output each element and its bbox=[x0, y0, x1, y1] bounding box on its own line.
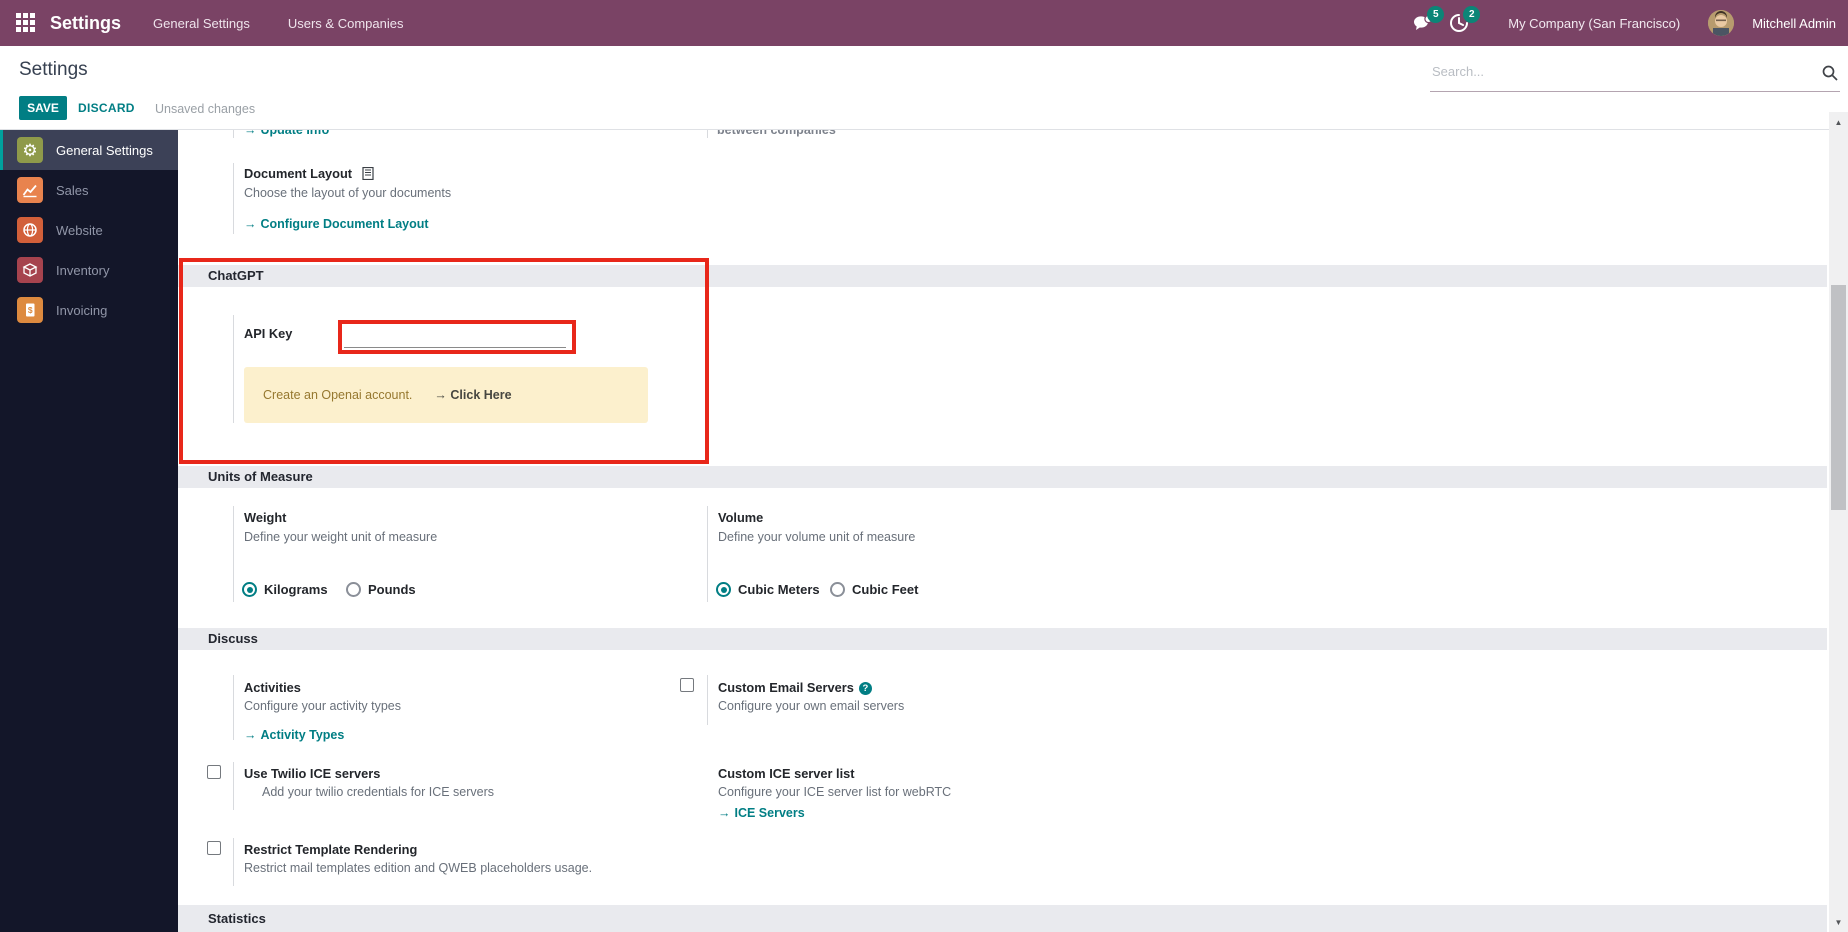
restrict-template-checkbox[interactable] bbox=[207, 841, 221, 855]
apps-grid-icon[interactable] bbox=[16, 13, 36, 33]
radio-cubic-meters[interactable] bbox=[716, 582, 731, 597]
sidebar-item-sales[interactable]: Sales bbox=[0, 170, 178, 210]
radio-pounds-label[interactable]: Pounds bbox=[368, 582, 416, 597]
messages-icon[interactable]: 5 bbox=[1410, 6, 1445, 36]
svg-text:$: $ bbox=[28, 305, 33, 315]
block-separator bbox=[233, 163, 234, 234]
settings-content: → Update Info between companies Document … bbox=[178, 130, 1829, 932]
radio-cubic-meters-label[interactable]: Cubic Meters bbox=[738, 582, 820, 597]
twilio-ice-desc: Add your twilio credentials for ICE serv… bbox=[262, 785, 495, 799]
avatar-image bbox=[1708, 10, 1735, 36]
inventory-box-icon bbox=[17, 257, 43, 283]
radio-cubic-feet-label[interactable]: Cubic Feet bbox=[852, 582, 918, 597]
twilio-ice-title: Use Twilio ICE servers bbox=[244, 766, 381, 781]
section-units-of-measure: Units of Measure bbox=[178, 466, 1827, 488]
weight-desc: Define your weight unit of measure bbox=[244, 530, 438, 544]
restrict-template-desc: Restrict mail templates edition and QWEB… bbox=[244, 861, 593, 875]
discard-button[interactable]: DISCARD bbox=[78, 96, 135, 120]
activities-badge: 2 bbox=[1463, 6, 1481, 23]
search-icon[interactable] bbox=[1822, 65, 1838, 81]
update-info-link[interactable]: → Update Info bbox=[244, 130, 329, 137]
custom-ice-desc: Configure your ICE server list for webRT… bbox=[718, 785, 952, 799]
scroll-up-arrow[interactable]: ▲ bbox=[1829, 114, 1848, 130]
vertical-scrollbar[interactable]: ▲ ▼ bbox=[1829, 112, 1848, 932]
general-settings-gear-icon: ⚙ bbox=[17, 137, 43, 163]
unsaved-changes-label: Unsaved changes bbox=[155, 102, 256, 116]
sidebar-item-general-settings[interactable]: ⚙ General Settings bbox=[0, 130, 178, 170]
user-avatar[interactable] bbox=[1708, 10, 1735, 36]
volume-title: Volume bbox=[718, 510, 764, 525]
arrow-icon: → bbox=[244, 728, 257, 742]
annotation-rect-chatgpt bbox=[179, 258, 709, 464]
arrow-icon: → bbox=[244, 130, 257, 137]
block-separator bbox=[233, 838, 234, 886]
menu-general-settings[interactable]: General Settings bbox=[153, 16, 250, 31]
weight-title: Weight bbox=[244, 510, 287, 525]
radio-kilograms[interactable] bbox=[242, 582, 257, 597]
odoo-settings-screen: Settings General Settings Users & Compan… bbox=[0, 0, 1848, 932]
radio-kilograms-label[interactable]: Kilograms bbox=[264, 582, 328, 597]
top-navbar: Settings General Settings Users & Compan… bbox=[0, 0, 1848, 46]
sidebar-item-invoicing[interactable]: $ Invoicing bbox=[0, 290, 178, 330]
page-title: Settings bbox=[19, 59, 88, 80]
app-title: Settings bbox=[50, 12, 122, 33]
ice-servers-link[interactable]: → ICE Servers bbox=[718, 806, 805, 820]
settings-sidebar: ⚙ General Settings Sales Website Invento… bbox=[0, 130, 178, 932]
arrow-icon: → bbox=[244, 217, 257, 231]
custom-email-servers-desc: Configure your own email servers bbox=[718, 699, 905, 713]
activity-types-link[interactable]: → Activity Types bbox=[244, 728, 344, 742]
activities-desc: Configure your activity types bbox=[244, 699, 402, 713]
sales-chart-icon bbox=[17, 177, 43, 203]
search-box bbox=[1430, 58, 1840, 92]
company-switcher[interactable]: My Company (San Francisco) bbox=[1508, 16, 1680, 31]
control-panel: Settings SAVE DISCARD Unsaved changes bbox=[0, 46, 1848, 130]
scroll-down-arrow[interactable]: ▼ bbox=[1829, 914, 1848, 930]
column-separator bbox=[233, 130, 234, 138]
document-layout-desc: Choose the layout of your documents bbox=[244, 186, 452, 200]
nav-menu: General Settings Users & Companies bbox=[153, 16, 403, 31]
configure-document-layout-link[interactable]: → Configure Document Layout bbox=[244, 217, 429, 231]
block-separator bbox=[233, 506, 234, 602]
sidebar-item-website[interactable]: Website bbox=[0, 210, 178, 250]
sidebar-item-label: Website bbox=[56, 222, 103, 238]
twilio-ice-checkbox[interactable] bbox=[207, 765, 221, 779]
between-companies-cut-text: between companies bbox=[717, 130, 836, 137]
sidebar-item-label: General Settings bbox=[56, 142, 153, 158]
radio-cubic-feet[interactable] bbox=[830, 582, 845, 597]
column-separator bbox=[707, 130, 708, 138]
user-name[interactable]: Mitchell Admin bbox=[1752, 16, 1836, 31]
block-separator bbox=[707, 506, 708, 602]
help-question-icon[interactable]: ? bbox=[858, 682, 872, 695]
restrict-template-title: Restrict Template Rendering bbox=[244, 842, 418, 857]
block-separator bbox=[233, 675, 234, 740]
document-layout-title: Document Layout bbox=[244, 166, 374, 181]
custom-email-servers-title: Custom Email Servers? bbox=[718, 680, 872, 695]
website-globe-icon bbox=[17, 217, 43, 243]
menu-users-companies[interactable]: Users & Companies bbox=[288, 16, 404, 31]
document-layout-icon bbox=[362, 166, 374, 181]
save-button[interactable]: SAVE bbox=[19, 96, 67, 120]
search-input[interactable] bbox=[1432, 64, 1802, 79]
block-separator bbox=[707, 675, 708, 725]
scrollbar-thumb[interactable] bbox=[1831, 285, 1846, 510]
api-key-input[interactable] bbox=[344, 326, 566, 348]
sidebar-item-label: Inventory bbox=[56, 262, 110, 278]
activities-title: Activities bbox=[244, 680, 301, 695]
volume-desc: Define your volume unit of measure bbox=[718, 530, 916, 544]
sidebar-item-label: Sales bbox=[56, 182, 89, 198]
custom-email-servers-checkbox[interactable] bbox=[680, 678, 694, 692]
sidebar-item-label: Invoicing bbox=[56, 302, 108, 318]
custom-ice-title: Custom ICE server list bbox=[718, 766, 855, 781]
sidebar-item-inventory[interactable]: Inventory bbox=[0, 250, 178, 290]
navbar-right: 5 2 My Company (San Francisco) Mitchell … bbox=[1410, 0, 1836, 46]
activities-icon[interactable]: 2 bbox=[1446, 6, 1481, 36]
section-statistics: Statistics bbox=[178, 905, 1827, 932]
messages-badge: 5 bbox=[1427, 6, 1445, 23]
arrow-icon: → bbox=[718, 806, 731, 820]
radio-pounds[interactable] bbox=[346, 582, 361, 597]
section-discuss: Discuss bbox=[178, 628, 1827, 650]
invoicing-document-icon: $ bbox=[17, 297, 43, 323]
block-separator bbox=[233, 762, 234, 810]
